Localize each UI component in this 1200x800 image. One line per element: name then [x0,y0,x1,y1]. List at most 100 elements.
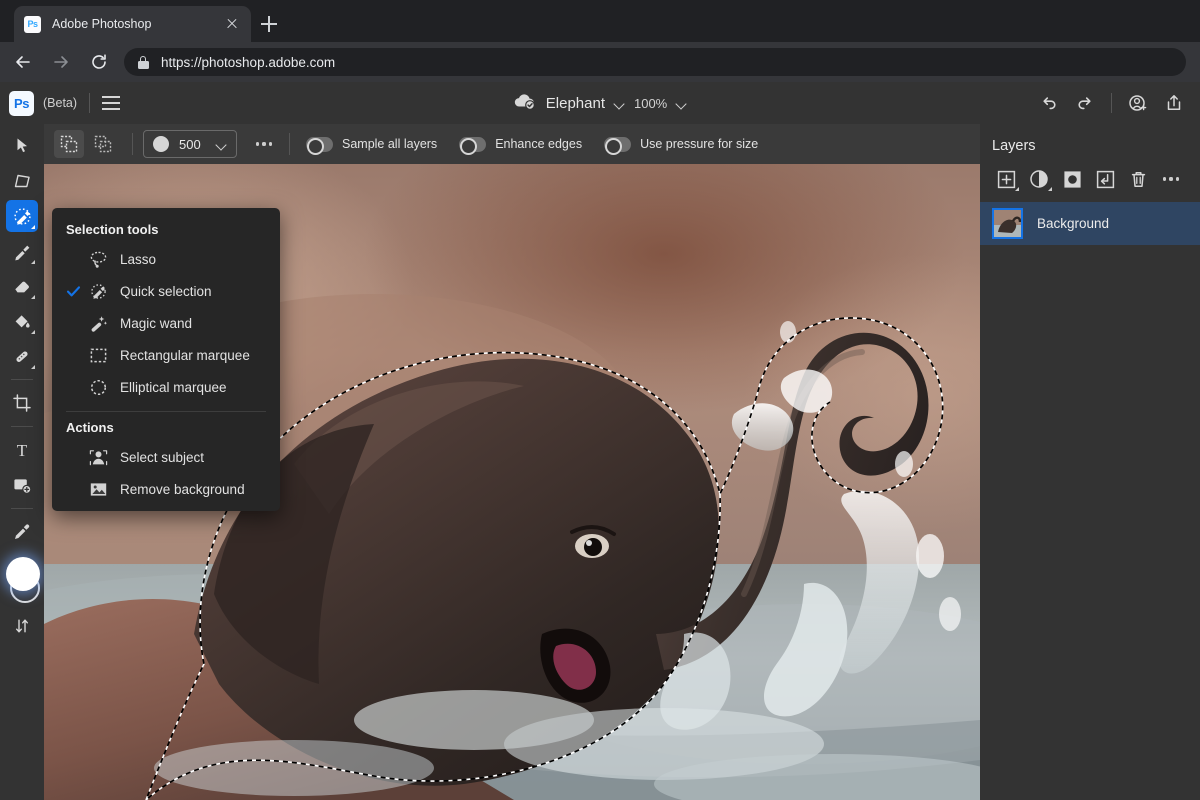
magic-wand-icon [84,314,112,333]
options-divider-1 [132,133,133,155]
healing-brush-tool[interactable] [6,340,38,372]
browser-tab-strip: Ps Adobe Photoshop [0,0,1200,42]
header-divider [89,93,90,113]
elliptical-marquee-icon [84,378,112,397]
move-tool[interactable] [6,130,38,162]
brush-tool[interactable] [6,235,38,267]
share-icon[interactable] [1158,87,1190,119]
subtract-from-selection-icon[interactable] [88,130,118,158]
flyout-item-elliptical-marquee[interactable]: Elliptical marquee [52,371,280,403]
delete-layer-icon[interactable] [1123,166,1153,192]
swap-colors-icon[interactable] [6,610,38,642]
selection-tools-flyout: Selection tools Lasso [52,208,280,511]
flyout-title: Selection tools [52,222,280,243]
rectangular-marquee-icon [84,346,112,365]
layer-row-background[interactable]: Background [980,202,1200,245]
flyout-action-remove-background[interactable]: Remove background [52,473,280,505]
foreground-color-swatch[interactable] [6,557,40,591]
tool-divider-1 [11,379,33,380]
invite-user-icon[interactable] [1122,87,1154,119]
flyout-item-lasso[interactable]: Lasso [52,243,280,275]
toggle-sample-all-layers[interactable]: Sample all layers [306,137,437,152]
enhance-edges-switch[interactable] [459,137,486,152]
color-swatches[interactable] [2,555,42,607]
eraser-tool[interactable] [6,270,38,302]
brush-size-value: 500 [179,137,206,152]
use-pressure-for-size-switch[interactable] [604,137,631,152]
flyout-item-label: Lasso [120,252,156,267]
reload-icon[interactable] [84,47,114,77]
new-tab-icon[interactable] [258,13,280,35]
browser-tab-title: Adobe Photoshop [52,17,223,31]
flyout-item-magic-wand[interactable]: Magic wand [52,307,280,339]
address-bar[interactable]: https://photoshop.adobe.com [124,48,1186,76]
flyout-item-rectangular-marquee[interactable]: Rectangular marquee [52,339,280,371]
more-layer-options-icon[interactable] [1156,166,1186,192]
type-tool[interactable]: T [6,434,38,466]
hamburger-menu-icon[interactable] [102,96,120,110]
document-name: Elephant [546,95,605,112]
layer-thumbnail [992,208,1023,239]
tool-divider-3 [11,508,33,509]
options-divider-2 [289,133,290,155]
tools-panel: T [0,124,44,800]
flyout-item-label: Elliptical marquee [120,380,227,395]
flyout-item-label: Magic wand [120,316,192,331]
flyout-item-label: Quick selection [120,284,212,299]
redo-icon[interactable] [1069,87,1101,119]
brush-chevron-down-icon[interactable] [216,139,227,150]
remove-background-icon [84,480,112,499]
back-icon[interactable] [8,47,38,77]
header-divider-2 [1111,93,1112,113]
header-actions [1033,82,1200,124]
checkmark-icon [66,284,84,299]
zoom-level: 100% [634,96,667,111]
sample-all-layers-label: Sample all layers [342,137,437,151]
paint-bucket-tool[interactable] [6,305,38,337]
layers-panel-title: Layers [980,124,1200,154]
select-subject-icon [84,448,112,467]
toggle-use-pressure-for-size[interactable]: Use pressure for size [604,137,758,152]
layers-panel: Layers [980,124,1200,800]
close-icon[interactable] [223,15,241,33]
flyout-action-select-subject[interactable]: Select subject [52,441,280,473]
sample-all-layers-switch[interactable] [306,137,333,152]
add-to-selection-icon[interactable] [54,130,84,158]
lock-icon [138,56,149,69]
photoshop-web-app: Ps Adobe Photoshop https: [0,0,1200,800]
crop-tool[interactable] [6,387,38,419]
clipping-mask-icon[interactable] [1090,166,1120,192]
brush-preview-icon [153,136,169,152]
browser-tab[interactable]: Ps Adobe Photoshop [14,6,251,42]
quick-selection-tool[interactable] [6,200,38,232]
flyout-actions-title: Actions [52,412,280,441]
place-image-tool[interactable] [6,469,38,501]
document-info: Elephant 100% [0,82,1200,124]
flyout-action-label: Remove background [120,482,245,497]
document-chevron-down-icon[interactable] [614,98,625,109]
brush-size-control[interactable]: 500 [143,130,237,158]
photoshop-logo-icon: Ps [9,91,34,116]
cloud-saved-icon [513,92,537,115]
add-layer-icon[interactable] [991,166,1021,192]
app-header: Ps (Beta) Elephant 100% [0,82,1200,124]
adjustment-layer-icon[interactable] [1024,166,1054,192]
flyout-item-quick-selection[interactable]: Quick selection [52,275,280,307]
transform-tool[interactable] [6,165,38,197]
toggle-enhance-edges[interactable]: Enhance edges [459,137,582,152]
svg-text:T: T [17,441,28,460]
eyedropper-tool[interactable] [6,516,38,548]
layers-toolbar [980,154,1200,202]
add-mask-icon[interactable] [1057,166,1087,192]
enhance-edges-label: Enhance edges [495,137,582,151]
lasso-icon [84,250,112,269]
more-options-icon[interactable] [249,130,279,158]
tool-divider-2 [11,426,33,427]
flyout-action-label: Select subject [120,450,204,465]
forward-icon[interactable] [46,47,76,77]
use-pressure-for-size-label: Use pressure for size [640,137,758,151]
zoom-chevron-down-icon[interactable] [676,98,687,109]
undo-icon[interactable] [1033,87,1065,119]
beta-label: (Beta) [43,96,77,110]
photoshop-favicon-icon: Ps [24,16,41,33]
